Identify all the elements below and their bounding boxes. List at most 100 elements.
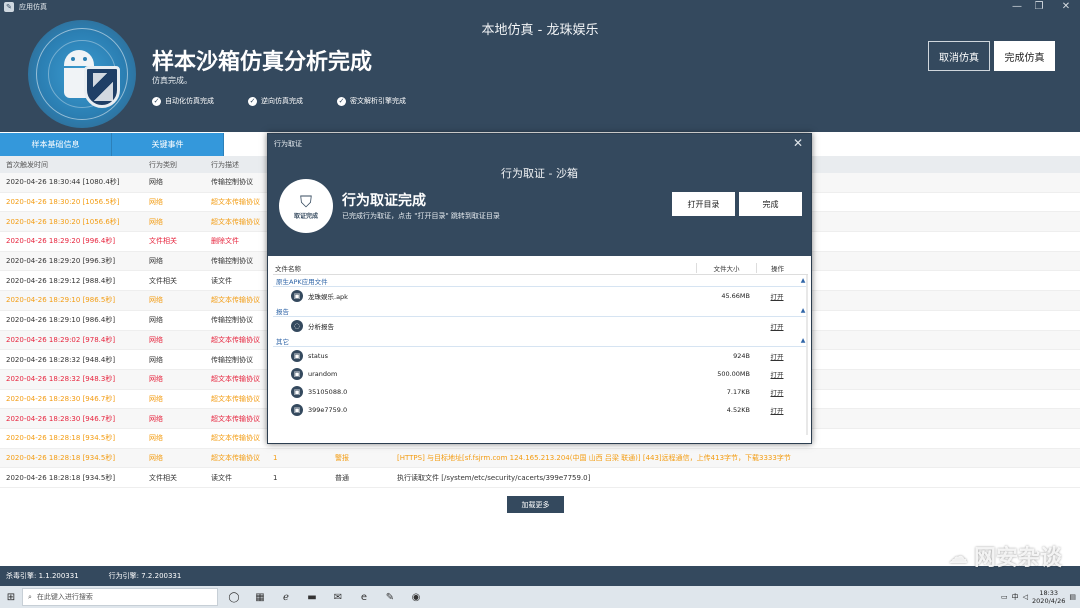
cell-desc: 超文本传输协议 <box>211 335 260 344</box>
scrollbar[interactable] <box>806 275 808 435</box>
dialog-center-title: 行为取证 - 沙箱 <box>501 167 578 180</box>
cell-time: 2020-04-26 18:30:44 [1080.4秒] <box>6 178 120 187</box>
behavior-engine-version: 行为引擎: 7.2.200331 <box>108 572 182 580</box>
cell-desc: 超文本传输协议 <box>211 375 260 384</box>
cell-cat: 文件相关 <box>149 276 177 285</box>
cell-cat: 网络 <box>149 355 163 364</box>
cell-time: 2020-04-26 18:29:02 [978.4秒] <box>6 335 116 344</box>
file-table-header: 文件名称 文件大小 操作 <box>273 261 808 275</box>
cell-cat: 网络 <box>149 316 163 325</box>
calculator-icon[interactable]: ▦ <box>250 588 270 606</box>
tab-sample-info[interactable]: 样本基础信息 <box>0 133 112 156</box>
cell-cat: 网络 <box>149 414 163 423</box>
volume-icon[interactable]: ◁ <box>1023 593 1028 601</box>
table-row[interactable]: 2020-04-26 18:28:18 [934.5秒] 网络 超文本传输协议 1 警报… <box>0 448 1080 469</box>
file-group-header[interactable]: 其它 ▲ <box>273 335 808 347</box>
cell-cat: 网络 <box>149 257 163 266</box>
cell-desc: 传输控制协议 <box>211 178 253 187</box>
file-icon: ▣ <box>291 404 303 416</box>
open-file-link[interactable]: 打开 <box>756 387 798 397</box>
cell-desc: 传输控制协议 <box>211 257 253 266</box>
cell-time: 2020-04-26 18:29:20 [996.3秒] <box>6 257 116 266</box>
edge-browser-icon[interactable]: ℯ <box>276 588 296 606</box>
taskbar: ⊞ ⌕ 在此键入进行搜索 ◯ ▦ ℯ ▬ ✉ e ✎ ◉ ▭ 中 ◁ 18:33… <box>0 586 1080 608</box>
window-center-title: 本地仿真 - 龙珠娱乐 <box>481 23 599 38</box>
cell-cat: 网络 <box>149 198 163 207</box>
page-subtitle: 仿真完成。 <box>152 76 192 85</box>
network-icon[interactable]: ▭ <box>1001 593 1008 601</box>
mail-icon[interactable]: ✉ <box>328 588 348 606</box>
cell-cat: 网络 <box>149 178 163 187</box>
cell-desc: 传输控制协议 <box>211 316 253 325</box>
cell-desc: 超文本传输协议 <box>211 217 260 226</box>
file-size: 500.00MB <box>717 370 750 378</box>
page-title: 样本沙箱仿真分析完成 <box>152 50 373 75</box>
taskbar-search-input[interactable]: ⌕ 在此键入进行搜索 <box>22 588 218 606</box>
file-row: ▣ urandom 500.00MB 打开 <box>273 365 808 383</box>
open-file-link[interactable]: 打开 <box>756 369 798 379</box>
open-directory-button[interactable]: 打开目录 <box>672 192 735 216</box>
open-file-link[interactable]: 打开 <box>756 291 798 301</box>
file-size: 924B <box>733 352 750 360</box>
app-pinned-icon[interactable]: ✎ <box>380 588 400 606</box>
file-name: 分析报告 <box>308 323 334 331</box>
file-group-header[interactable]: 报告 ▲ <box>273 305 808 317</box>
android-shield-logo-icon <box>28 20 136 128</box>
tab-blank <box>224 133 270 156</box>
cell-cat: 网络 <box>149 375 163 384</box>
table-row[interactable]: 2020-04-26 18:28:18 [934.5秒] 文件相关 读文件 1 普通 执行… <box>0 468 1080 488</box>
ime-indicator[interactable]: 中 <box>1012 592 1019 602</box>
check-circle-icon: ✓ <box>152 96 161 106</box>
dialog-subtitle: 已完成行为取证，点击 "打开目录" 跳转到取证目录 <box>342 212 500 220</box>
cell-time: 2020-04-26 18:28:30 [946.7秒] <box>6 394 116 403</box>
maximize-icon[interactable]: ❐ <box>1032 1 1046 12</box>
cancel-simulation-button[interactable]: 取消仿真 <box>928 41 990 71</box>
open-file-link[interactable]: 打开 <box>756 321 798 331</box>
cell-cat: 网络 <box>149 453 163 462</box>
finish-simulation-button[interactable]: 完成仿真 <box>994 41 1055 71</box>
cell-desc: 超文本传输协议 <box>211 453 260 462</box>
file-row: ▣ 35105088.0 7.17KB 打开 <box>273 383 808 401</box>
notification-icon[interactable]: ▤ <box>1069 593 1076 601</box>
system-clock[interactable]: 18:33 2020/4/26 <box>1032 589 1065 605</box>
system-tray: ▭ 中 ◁ 18:33 2020/4/26 ▤ <box>1001 586 1076 608</box>
minimize-icon[interactable]: — <box>1010 1 1024 12</box>
forensics-dialog: 行为取证 ✕ 行为取证 - 沙箱 ⛉ 取证完成 行为取证完成 已完成行为取证，点… <box>267 133 812 444</box>
file-size: 45.66MB <box>721 292 750 300</box>
open-file-link[interactable]: 打开 <box>756 351 798 361</box>
cell-desc: 读文件 <box>211 473 232 482</box>
cell-time: 2020-04-26 18:29:12 [988.4秒] <box>6 276 116 285</box>
cell-time: 2020-04-26 18:28:32 [948.4秒] <box>6 355 116 364</box>
cell-cat: 文件相关 <box>149 473 177 482</box>
file-name: 龙珠娱乐.apk <box>308 293 348 301</box>
cell-time: 2020-04-26 18:28:30 [946.7秒] <box>6 414 116 423</box>
check-item: ✓ 逆向仿真完成 <box>248 96 303 106</box>
cell-level: 警报 <box>335 453 349 462</box>
file-row: ▣ 龙珠娱乐.apk 45.66MB 打开 <box>273 287 808 305</box>
cell-desc: 超文本传输协议 <box>211 414 260 423</box>
tab-key-events[interactable]: 关键事件 <box>112 133 224 156</box>
task-view-icon[interactable]: ◯ <box>224 588 244 606</box>
file-group-header[interactable]: 原生APK应用文件 ▲ <box>273 275 808 287</box>
file-icon: ▣ <box>291 350 303 362</box>
cell-time: 2020-04-26 18:28:18 [934.5秒] <box>6 473 116 482</box>
cell-cat: 网络 <box>149 296 163 305</box>
close-icon[interactable]: ✕ <box>1059 1 1073 12</box>
dialog-close-icon[interactable]: ✕ <box>793 136 803 150</box>
ie-browser-icon[interactable]: e <box>354 588 374 606</box>
file-size: 4.52KB <box>726 406 750 414</box>
app-icon: ✎ <box>4 2 14 12</box>
file-explorer-icon[interactable]: ▬ <box>302 588 322 606</box>
cell-desc: 删除文件 <box>211 237 239 246</box>
chrome-icon[interactable]: ◉ <box>406 588 426 606</box>
cell-desc: 超文本传输协议 <box>211 434 260 443</box>
windows-start-icon[interactable]: ⊞ <box>0 586 22 608</box>
load-more-button[interactable]: 加载更多 <box>507 496 564 513</box>
tab-bar: 样本基础信息 关键事件 <box>0 133 270 156</box>
check-item: ✓ 密文解析引擎完成 <box>337 96 406 106</box>
cell-detail: 执行读取文件 [/system/etc/security/cacerts/399… <box>397 473 591 482</box>
dialog-done-button[interactable]: 完成 <box>739 192 802 216</box>
cell-time: 2020-04-26 18:30:20 [1056.5秒] <box>6 198 120 207</box>
file-icon: ▣ <box>291 386 303 398</box>
open-file-link[interactable]: 打开 <box>756 405 798 415</box>
